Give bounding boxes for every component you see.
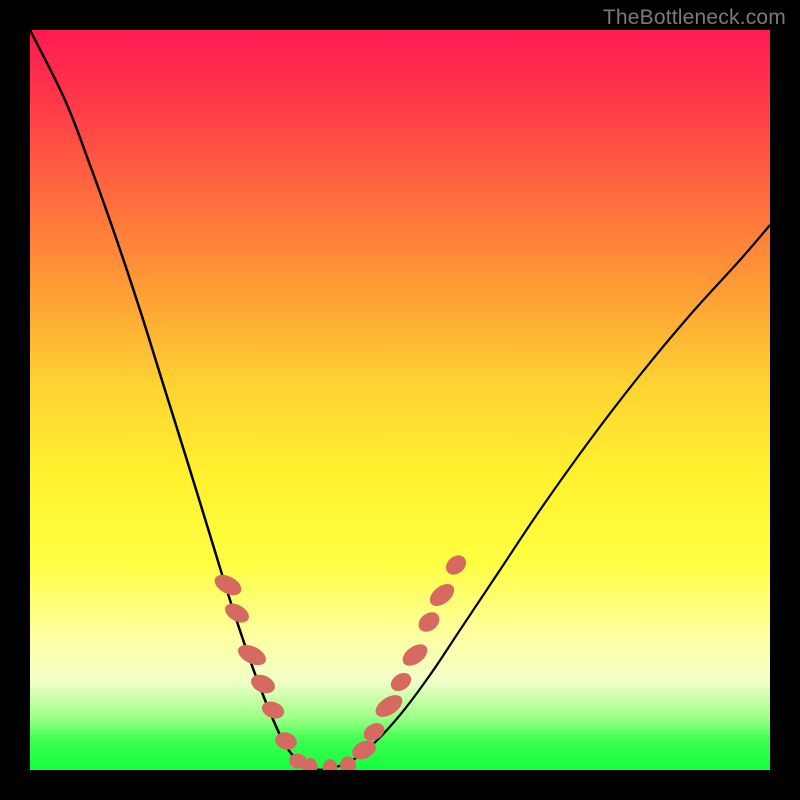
bottom-seg-3 bbox=[323, 759, 338, 770]
left-seg-6 bbox=[273, 730, 299, 752]
right-seg-3 bbox=[372, 691, 406, 722]
left-seg-5 bbox=[259, 699, 286, 722]
curve-layer bbox=[30, 30, 770, 770]
right-seg-4 bbox=[387, 669, 414, 695]
marker-layer bbox=[211, 551, 470, 770]
watermark-text: TheBottleneck.com bbox=[603, 6, 786, 30]
plot-area bbox=[30, 30, 770, 770]
right-seg-7 bbox=[426, 580, 458, 611]
right-curve bbox=[320, 225, 770, 770]
right-seg-8 bbox=[442, 551, 470, 578]
right-seg-5 bbox=[399, 640, 432, 670]
right-seg-2 bbox=[360, 720, 387, 745]
right-seg-6 bbox=[415, 608, 444, 636]
left-curve bbox=[30, 30, 320, 770]
chart-frame: TheBottleneck.com bbox=[0, 0, 800, 800]
